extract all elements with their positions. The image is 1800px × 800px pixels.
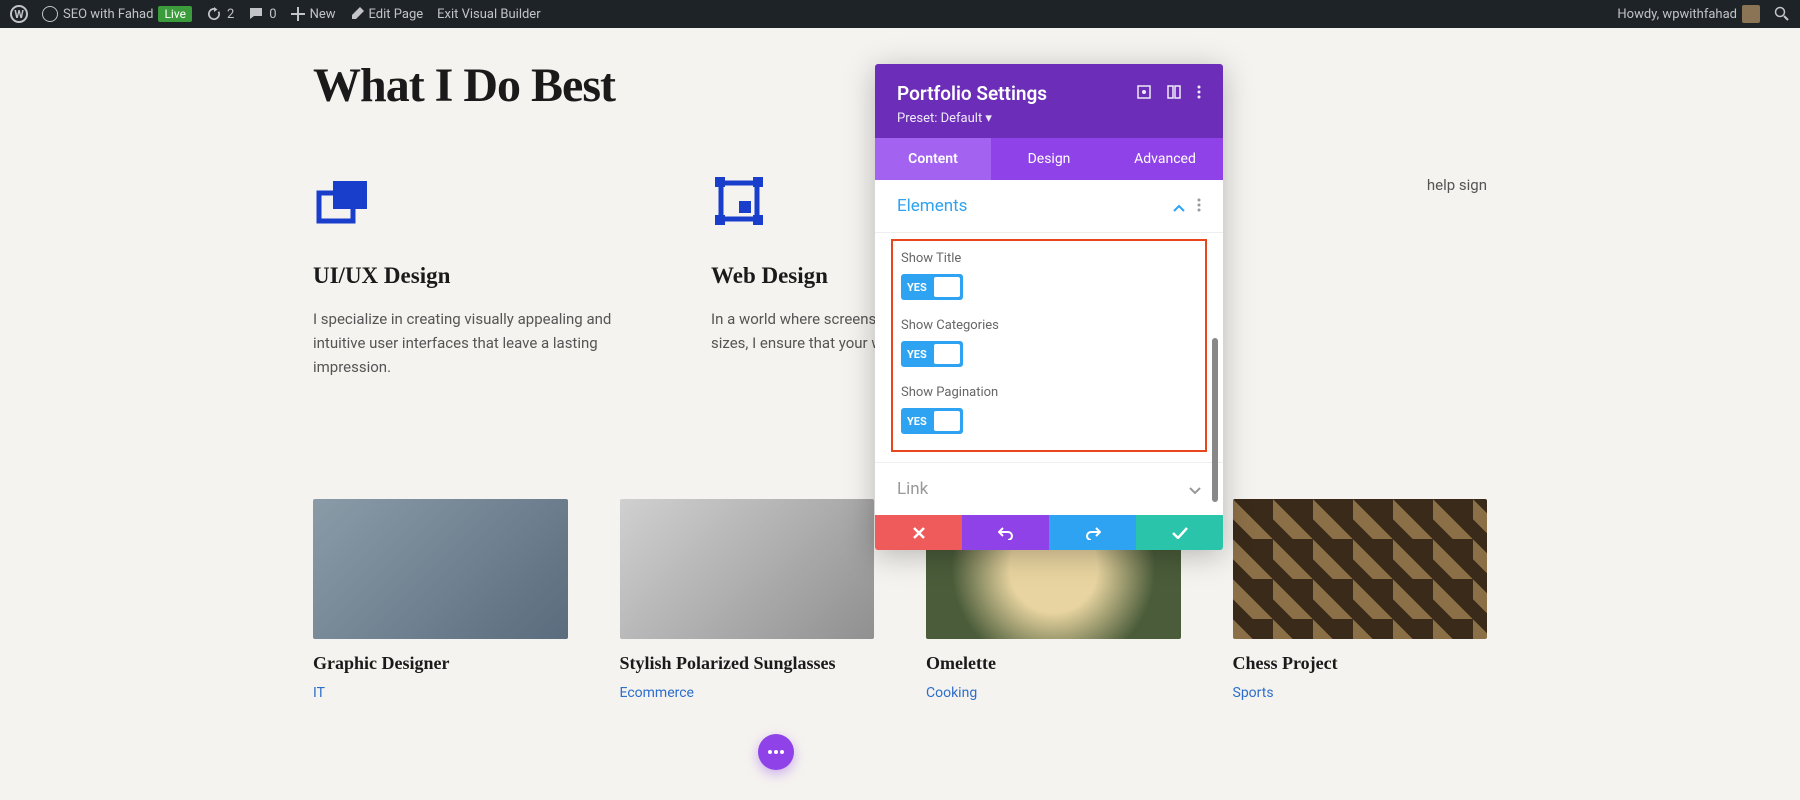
snap-icon[interactable] — [1167, 84, 1181, 103]
pencil-icon — [350, 7, 364, 21]
chevron-up-icon[interactable] — [1173, 197, 1185, 216]
comments-link[interactable]: 0 — [248, 6, 276, 22]
comment-count: 0 — [269, 7, 276, 22]
save-button[interactable] — [1136, 515, 1223, 550]
search-toggle[interactable] — [1774, 6, 1790, 22]
scrollbar[interactable] — [1212, 338, 1218, 502]
search-icon — [1774, 6, 1790, 22]
highlighted-settings: Show Title YES Show Categories YES Show … — [891, 239, 1207, 452]
portfolio-category[interactable]: IT — [313, 685, 325, 701]
section-title: Link — [897, 479, 928, 499]
updates-link[interactable]: 2 — [206, 6, 234, 22]
frame-icon — [711, 173, 767, 229]
panel-footer — [875, 515, 1223, 550]
portfolio-image — [620, 499, 875, 639]
toggle-show-pagination[interactable]: YES — [901, 408, 963, 434]
live-badge: Live — [158, 6, 191, 22]
service-desc: help sign — [1369, 173, 1487, 197]
avatar — [1742, 5, 1760, 23]
dots-icon — [768, 750, 784, 754]
exit-builder-link[interactable]: Exit Visual Builder — [437, 7, 540, 22]
portfolio-item[interactable]: Chess Project Sports — [1233, 499, 1488, 701]
menu-icon[interactable] — [1197, 84, 1201, 103]
setting-label: Show Categories — [901, 318, 1197, 333]
section-link-header[interactable]: Link — [875, 462, 1223, 515]
edit-page-label: Edit Page — [369, 7, 424, 22]
service-item: UI/UX Design I specialize in creating vi… — [313, 173, 691, 379]
toggle-show-title[interactable]: YES — [901, 274, 963, 300]
new-link[interactable]: New — [291, 7, 336, 22]
update-count: 2 — [227, 7, 234, 22]
layers-icon — [313, 173, 369, 229]
tab-content[interactable]: Content — [875, 138, 991, 180]
portfolio-category[interactable]: Ecommerce — [620, 685, 694, 701]
portfolio-item[interactable]: Stylish Polarized Sunglasses Ecommerce — [620, 499, 875, 701]
portfolio-item[interactable]: Graphic Designer IT — [313, 499, 568, 701]
refresh-icon — [206, 6, 222, 22]
new-label: New — [310, 7, 336, 22]
service-title: UI/UX Design — [313, 263, 691, 289]
toggle-show-categories[interactable]: YES — [901, 341, 963, 367]
tab-advanced[interactable]: Advanced — [1107, 138, 1223, 180]
wp-logo[interactable]: W — [10, 5, 28, 23]
panel-header[interactable]: Portfolio Settings Preset: Default ▾ — [875, 64, 1223, 138]
portfolio-title: Chess Project — [1233, 653, 1488, 674]
setting-label: Show Title — [901, 251, 1197, 266]
redo-button[interactable] — [1049, 515, 1136, 550]
preset-selector[interactable]: Preset: Default ▾ — [897, 111, 1201, 126]
settings-panel: Portfolio Settings Preset: Default ▾ Con… — [875, 64, 1223, 550]
site-link[interactable]: SEO with Fahad Live — [42, 6, 192, 22]
setting-label: Show Pagination — [901, 385, 1197, 400]
portfolio-title: Omelette — [926, 653, 1181, 674]
portfolio-image — [1233, 499, 1488, 639]
expand-icon[interactable] — [1137, 84, 1151, 103]
chevron-down-icon — [1189, 480, 1201, 499]
section-title: Elements — [897, 196, 967, 216]
section-elements-header[interactable]: Elements — [875, 180, 1223, 233]
plus-icon — [291, 7, 305, 21]
panel-title: Portfolio Settings — [897, 82, 1047, 105]
cancel-button[interactable] — [875, 515, 962, 550]
section-menu-icon[interactable] — [1197, 197, 1201, 216]
exit-builder-label: Exit Visual Builder — [437, 7, 540, 22]
portfolio-title: Stylish Polarized Sunglasses — [620, 653, 875, 674]
undo-button[interactable] — [962, 515, 1049, 550]
tab-design[interactable]: Design — [991, 138, 1107, 180]
globe-icon — [42, 6, 58, 22]
howdy-link[interactable]: Howdy, wpwithfahad — [1617, 5, 1760, 23]
portfolio-title: Graphic Designer — [313, 653, 568, 674]
service-desc: I specialize in creating visually appeal… — [313, 307, 613, 379]
comment-icon — [248, 6, 264, 22]
portfolio-image — [313, 499, 568, 639]
fab-button[interactable] — [758, 734, 794, 770]
panel-tabs: Content Design Advanced — [875, 138, 1223, 180]
edit-page-link[interactable]: Edit Page — [350, 7, 424, 22]
wp-admin-bar: W SEO with Fahad Live 2 0 New Edit Page … — [0, 0, 1800, 28]
howdy-text: Howdy, wpwithfahad — [1617, 7, 1737, 22]
portfolio-category[interactable]: Sports — [1233, 685, 1274, 701]
portfolio-category[interactable]: Cooking — [926, 685, 977, 701]
site-name: SEO with Fahad — [63, 7, 153, 22]
